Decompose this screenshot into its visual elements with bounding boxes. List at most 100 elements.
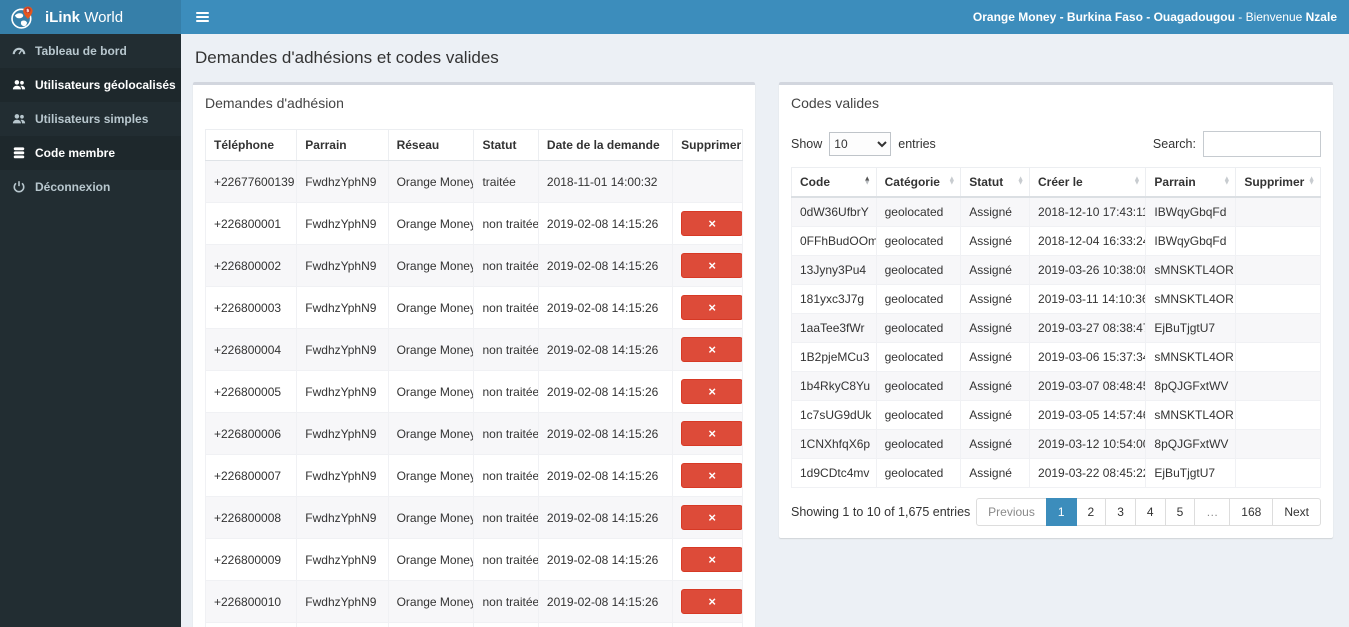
cell-code: 1c7sUG9dUk <box>791 400 877 430</box>
cell-reseau: Orange Money <box>387 580 475 623</box>
cell-statut: Assigné <box>960 313 1031 343</box>
sidebar-item-dashboard[interactable]: Tableau de bord <box>0 34 181 68</box>
cell-statut: Assigné <box>960 226 1031 256</box>
cell-code: 0FFhBudOOm <box>791 226 877 256</box>
brand-name: iLink World <box>45 8 124 26</box>
delete-request-button[interactable]: × <box>681 421 742 446</box>
cell-code: 1b4RkyC8Yu <box>791 371 877 401</box>
cell-code: 1aaTee3fWr <box>791 313 877 343</box>
delete-request-button[interactable]: × <box>681 589 742 614</box>
sortable-column-header[interactable]: Statut <box>960 167 1031 198</box>
sidebar-item-geolocated-users[interactable]: Utilisateurs géolocalisés <box>0 68 181 102</box>
table-row: 1b4RkyC8Yu geolocated Assigné 2019-03-07… <box>791 371 1321 401</box>
delete-request-button[interactable]: × <box>681 547 742 572</box>
cell-categorie: geolocated <box>875 458 962 488</box>
delete-request-button[interactable]: × <box>681 337 742 362</box>
pagination-button[interactable]: 1 <box>1045 498 1077 526</box>
delete-request-button[interactable]: × <box>681 295 742 320</box>
cell-reseau: Orange Money <box>387 496 475 539</box>
svg-text:$: $ <box>26 8 29 14</box>
valid-codes-table: Code Catégorie Statut Créer le Parrain <box>791 167 1321 488</box>
cell-parrain: FwdhzYphN9 <box>296 454 389 497</box>
pagination-button: … <box>1194 498 1231 526</box>
cell-parrain: FwdhzYphN9 <box>296 328 389 371</box>
pagination-button[interactable]: 4 <box>1134 498 1166 526</box>
cell-supprimer <box>1235 342 1321 372</box>
pagination-button[interactable]: 3 <box>1105 498 1136 526</box>
cell-cree-le: 2019-03-11 14:10:36 <box>1029 284 1147 314</box>
table-row: 0dW36UfbrY geolocated Assigné 2018-12-10… <box>791 196 1321 227</box>
cell-statut: non traitée <box>473 202 539 245</box>
pagination-button[interactable]: 5 <box>1164 498 1196 526</box>
sidebar-item-logout[interactable]: Déconnexion <box>0 170 181 204</box>
user-greeting: Orange Money - Burkina Faso - Ouagadougo… <box>973 0 1349 34</box>
cell-statut: non traitée <box>473 580 539 623</box>
sortable-column-header[interactable]: Code <box>791 167 877 198</box>
cell-supprimer <box>1235 400 1321 430</box>
cell-date: 2019-02-08 14:15:26 <box>537 496 674 539</box>
cell-date: 2019-02-08 14:15:26 <box>537 328 674 371</box>
cell-telephone: +226800003 <box>204 286 298 329</box>
table-row: +226800005 FwdhzYphN9 Orange Money non t… <box>204 370 743 413</box>
delete-icon: × <box>708 426 716 441</box>
delete-request-button[interactable]: × <box>681 211 742 236</box>
sidebar-item-member-code[interactable]: Code membre <box>0 136 181 170</box>
delete-icon: × <box>708 342 716 357</box>
sort-icon <box>1017 178 1024 187</box>
cell-date: 2019-02-08 14:15:26 <box>537 538 674 581</box>
cell-parrain: FwdhzYphN9 <box>296 202 389 245</box>
pagination-button[interactable]: 2 <box>1075 498 1107 526</box>
search-input[interactable] <box>1203 131 1321 157</box>
entries-label: entries <box>898 137 936 151</box>
sidebar-item-simple-users[interactable]: Utilisateurs simples <box>0 102 181 136</box>
delete-request-button[interactable]: × <box>681 253 742 278</box>
delete-icon: × <box>708 300 716 315</box>
cell-date: 2019-02-08 14:15:26 <box>537 412 674 455</box>
sortable-column-header[interactable]: Supprimer <box>1235 167 1321 198</box>
table-row: +22677600139 FwdhzYphN9 Orange Money tra… <box>204 160 743 203</box>
cell-date: 2019-02-12 19:10:32 <box>537 622 674 627</box>
cell-date: 2018-11-01 14:00:32 <box>537 160 674 203</box>
brand-logo[interactable]: $ iLink World <box>0 0 181 34</box>
hamburger-menu-icon[interactable] <box>181 0 223 34</box>
entries-select[interactable]: 10 <box>829 132 892 156</box>
cell-statut: Assigné <box>960 284 1031 314</box>
cell-parrain: EjBuTjgtU7 <box>1145 313 1237 343</box>
cell-reseau: Orange Money <box>387 412 475 455</box>
cell-parrain: FwdhzYphN9 <box>296 160 389 203</box>
sortable-column-header[interactable]: Catégorie <box>875 167 962 198</box>
sortable-column-header[interactable]: Créer le <box>1029 167 1147 198</box>
cell-parrain: 8pQJGFxtWV <box>1145 371 1237 401</box>
delete-request-button[interactable]: × <box>681 379 742 404</box>
users-icon <box>12 80 26 90</box>
cell-code: 1CNXhfqX6p <box>791 429 877 459</box>
delete-icon: × <box>708 552 716 567</box>
cell-supprimer: × <box>672 496 743 539</box>
sortable-column-header[interactable]: Parrain <box>1145 167 1237 198</box>
delete-request-button[interactable]: × <box>681 463 742 488</box>
cell-reseau: Orange Money <box>387 328 475 371</box>
pagination-button[interactable]: Next <box>1272 498 1321 526</box>
codes-table-body: 0dW36UfbrY geolocated Assigné 2018-12-10… <box>791 196 1321 488</box>
cell-statut: Assigné <box>960 371 1031 401</box>
pagination-button[interactable]: 168 <box>1229 498 1274 526</box>
cell-parrain: FwdhzYphN9 <box>296 286 389 329</box>
pagination-button[interactable]: Previous <box>976 498 1047 526</box>
cell-telephone: +226800007 <box>204 454 298 497</box>
cell-telephone: +226800008 <box>204 496 298 539</box>
delete-request-button[interactable]: × <box>681 505 742 530</box>
cell-supprimer <box>1235 284 1321 314</box>
table-row: +226800009 FwdhzYphN9 Orange Money non t… <box>204 538 743 581</box>
app-window: $ iLink World Orange Money - Burkina Fas… <box>0 0 1349 627</box>
table-row: 1c7sUG9dUk geolocated Assigné 2019-03-05… <box>791 400 1321 430</box>
cell-supprimer: × <box>672 580 743 623</box>
cell-cree-le: 2019-03-12 10:54:00 <box>1029 429 1147 459</box>
cell-cree-le: 2019-03-27 08:38:47 <box>1029 313 1147 343</box>
sidebar-item-label: Tableau de bord <box>35 44 127 58</box>
cell-code: 181yxc3J7g <box>791 284 877 314</box>
cell-date: 2019-02-08 14:15:26 <box>537 454 674 497</box>
cell-supprimer: × <box>672 328 743 371</box>
column-header: Réseau <box>387 129 475 161</box>
cell-statut: non traitée <box>473 496 539 539</box>
cell-reseau: Orange Money <box>387 286 475 329</box>
